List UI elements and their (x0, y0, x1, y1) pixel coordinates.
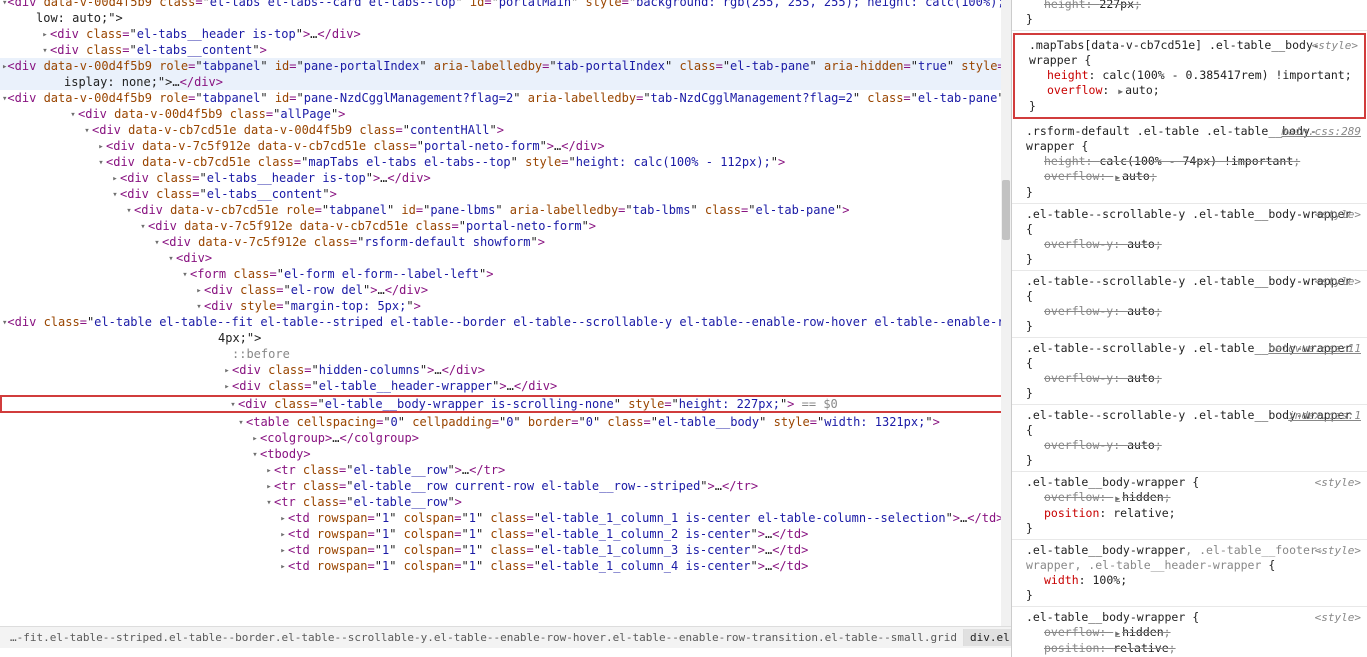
css-rule[interactable]: <style>.el-table__body-wrapper {overflow… (1012, 607, 1367, 657)
tree-node[interactable]: ::before (0, 346, 1011, 362)
breadcrumb-item[interactable]: …-fit.el-table--striped.el-table--border… (4, 629, 963, 646)
expand-arrow-down-icon[interactable] (166, 249, 176, 267)
tree-node[interactable]: <tbody> (0, 446, 1011, 462)
css-property[interactable]: position: relative; (1026, 506, 1361, 521)
breadcrumb-item[interactable]: div.el-table__body-wrapper.is-scrolling-… (963, 629, 1011, 646)
tree-node[interactable]: <tr class="el-table__row current-row el-… (0, 478, 1011, 494)
css-property[interactable]: height: calc(100% - 74px) !important; (1026, 154, 1361, 169)
css-rule[interactable]: netovue.css:11.el-table--scrollable-y .e… (1012, 338, 1367, 405)
css-rule[interactable]: <style>.el-table--scrollable-y .el-table… (1012, 204, 1367, 271)
tree-node[interactable]: <td rowspan="1" colspan="1" class="el-ta… (0, 542, 1011, 558)
css-rule[interactable]: index.css:1.el-table--scrollable-y .el-t… (1012, 405, 1367, 472)
expand-arrow-down-icon[interactable] (152, 233, 162, 251)
tree-node[interactable]: <div class="el-row del">…</div> (0, 282, 1011, 298)
tree-node[interactable]: <div class="el-tabs__header is-top">…</d… (0, 170, 1011, 186)
css-property[interactable]: overflow: ▶auto; (1029, 83, 1358, 99)
css-rule[interactable]: <style>.el-table__body-wrapper {overflow… (1012, 472, 1367, 540)
tree-node[interactable]: <div data-v-00d4f5b9 class="el-tabs el-t… (0, 0, 1011, 10)
css-rule[interactable]: <style>.el-table--scrollable-y .el-table… (1012, 271, 1367, 338)
tree-node[interactable]: <div data-v-00d4f5b9 role="tabpanel" id=… (0, 90, 1011, 106)
tree-node[interactable]: <div data-v-00d4f5b9 class="allPage"> (0, 106, 1011, 122)
css-property[interactable]: overflow-y: auto; (1026, 304, 1361, 319)
tree-node[interactable]: <div data-v-00d4f5b9 role="tabpanel" id=… (0, 58, 1011, 74)
css-rule[interactable]: main.css:289.rsform-default .el-table .e… (1012, 121, 1367, 204)
rule-origin[interactable]: <style> (1312, 38, 1358, 53)
scrollbar-vertical[interactable] (1001, 0, 1011, 626)
dom-tree[interactable]: <div data-v-00d4f5b9 class="el-tabs el-t… (0, 0, 1011, 626)
rule-origin[interactable]: netovue.css:11 (1268, 341, 1361, 356)
tree-node[interactable]: <table cellspacing="0" cellpadding="0" b… (0, 414, 1011, 430)
css-property[interactable]: width: 100%; (1026, 573, 1361, 588)
css-property[interactable]: overflow: ▶hidden; (1026, 625, 1361, 641)
rule-origin[interactable]: <style> (1315, 610, 1361, 625)
css-rule[interactable]: <style>.el-table__body-wrapper, .el-tabl… (1012, 540, 1367, 607)
expand-arrow-down-icon[interactable] (82, 121, 92, 139)
css-property[interactable]: overflow: ▶auto; (1026, 169, 1361, 185)
tree-node[interactable]: <div class="hidden-columns">…</div> (0, 362, 1011, 378)
tree-node[interactable]: <form class="el-form el-form--label-left… (0, 266, 1011, 282)
tree-node-continuation: isplay: none;">…</div> (0, 74, 1011, 90)
tree-node[interactable]: <div class="el-tabs__content"> (0, 186, 1011, 202)
tree-node[interactable]: <div data-v-cb7cd51e class="mapTabs el-t… (0, 154, 1011, 170)
expand-arrow-down-icon[interactable] (250, 445, 260, 463)
tree-node[interactable]: <tr class="el-table__row"> (0, 494, 1011, 510)
tree-node[interactable]: <div class="el-table__body-wrapper is-sc… (0, 395, 1011, 413)
rule-origin[interactable]: <style> (1315, 274, 1361, 289)
rule-origin[interactable]: index.css:1 (1288, 408, 1361, 423)
expand-arrow-down-icon[interactable] (40, 41, 50, 59)
tree-node[interactable]: <div data-v-7c5f912e class="rsform-defau… (0, 234, 1011, 250)
expand-arrow-down-icon[interactable] (96, 153, 106, 171)
tree-node[interactable]: <td rowspan="1" colspan="1" class="el-ta… (0, 526, 1011, 542)
tree-node[interactable]: <div data-v-cb7cd51e data-v-00d4f5b9 cla… (0, 122, 1011, 138)
expand-arrow-down-icon[interactable] (264, 493, 274, 511)
tree-node[interactable]: <div> (0, 250, 1011, 266)
expand-arrow-down-icon[interactable] (68, 105, 78, 123)
expand-arrow-down-icon[interactable] (180, 265, 190, 283)
tree-node[interactable]: <td rowspan="1" colspan="1" class="el-ta… (0, 510, 1011, 526)
tree-node[interactable]: <div data-v-7c5f912e data-v-cb7cd51e cla… (0, 218, 1011, 234)
css-property[interactable]: overflow-y: auto; (1026, 237, 1361, 252)
css-property[interactable]: overflow-y: auto; (1026, 438, 1361, 453)
expand-arrow-down-icon[interactable] (194, 297, 204, 315)
expand-arrow-down-icon[interactable] (110, 185, 120, 203)
css-property[interactable]: height: calc(100% - 0.385417rem) !import… (1029, 68, 1358, 83)
breadcrumb-bar[interactable]: …-fit.el-table--striped.el-table--border… (0, 626, 1011, 648)
expand-arrow-down-icon[interactable] (228, 395, 238, 413)
css-rule[interactable]: <style>.mapTabs[data-v-cb7cd51e] .el-tab… (1013, 33, 1366, 119)
tree-node[interactable]: <tr class="el-table__row">…</tr> (0, 462, 1011, 478)
styles-panel[interactable]: height: 227px;}<style>.mapTabs[data-v-cb… (1012, 0, 1367, 657)
rule-origin[interactable]: <style> (1315, 207, 1361, 222)
rule-origin[interactable]: <style> (1315, 543, 1361, 558)
tree-node[interactable]: <div style="margin-top: 5px;"> (0, 298, 1011, 314)
tree-node[interactable]: <div class="el-tabs__header is-top">…</d… (0, 26, 1011, 42)
rule-origin[interactable]: main.css:289 (1282, 124, 1361, 139)
scrollbar-thumb[interactable] (1002, 180, 1010, 240)
tree-node[interactable]: <div data-v-cb7cd51e role="tabpanel" id=… (0, 202, 1011, 218)
tree-node-continuation: low: auto;"> (0, 10, 1011, 26)
tree-node-continuation: 4px;"> (0, 330, 1011, 346)
css-rule[interactable]: height: 227px;} (1012, 0, 1367, 31)
css-property[interactable]: overflow: ▶hidden; (1026, 490, 1361, 506)
elements-panel: <div data-v-00d4f5b9 class="el-tabs el-t… (0, 0, 1012, 657)
tree-node[interactable]: <div class="el-table__header-wrapper">…<… (0, 378, 1011, 394)
tree-node[interactable]: <div class="el-table el-table--fit el-ta… (0, 314, 1011, 330)
tree-node[interactable]: <colgroup>…</colgroup> (0, 430, 1011, 446)
expand-arrow-right-icon[interactable] (222, 377, 232, 395)
tree-node[interactable]: <td rowspan="1" colspan="1" class="el-ta… (0, 558, 1011, 574)
expand-arrow-down-icon[interactable] (124, 201, 134, 219)
tree-node[interactable]: <div class="el-tabs__content"> (0, 42, 1011, 58)
css-property[interactable]: position: relative; (1026, 641, 1361, 656)
css-property[interactable]: overflow-y: auto; (1026, 371, 1361, 386)
rule-origin[interactable]: <style> (1315, 475, 1361, 490)
expand-arrow-down-icon[interactable] (138, 217, 148, 235)
expand-arrow-right-icon[interactable] (278, 557, 288, 575)
tree-node[interactable]: <div data-v-7c5f912e data-v-cb7cd51e cla… (0, 138, 1011, 154)
expand-arrow-down-icon[interactable] (236, 413, 246, 431)
